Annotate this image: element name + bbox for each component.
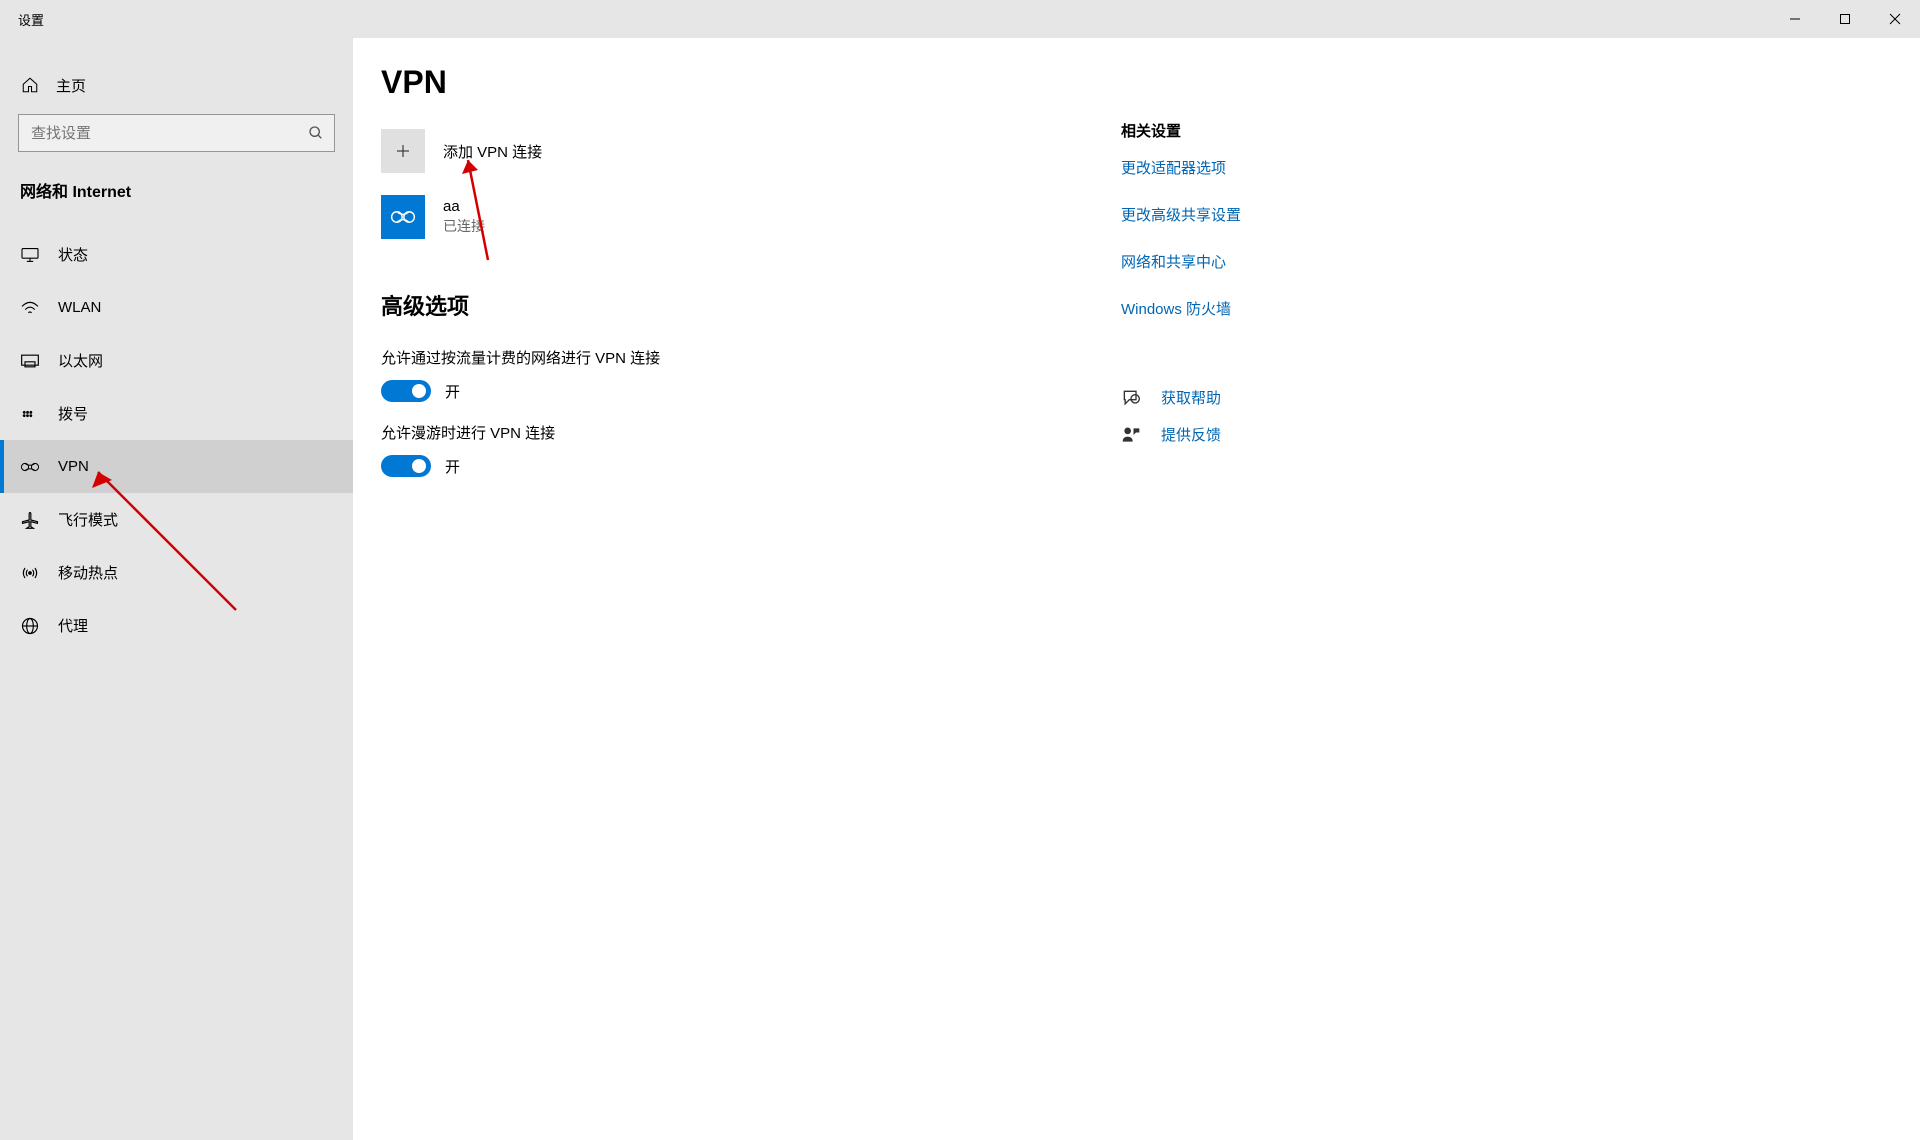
toggle-metered-label: 允许通过按流量计费的网络进行 VPN 连接 xyxy=(381,347,1121,368)
sidebar-home[interactable]: 主页 xyxy=(0,64,353,106)
vpn-connection-name: aa xyxy=(443,198,485,215)
sidebar-item-label: 移动热点 xyxy=(58,562,118,583)
sidebar-home-label: 主页 xyxy=(56,75,86,96)
sidebar-item-label: 拨号 xyxy=(58,403,88,424)
toggle-roaming-state: 开 xyxy=(445,456,460,477)
sidebar-item-label: 以太网 xyxy=(58,350,103,371)
rail-get-help[interactable]: 获取帮助 xyxy=(1121,387,1421,408)
rail-get-help-label: 获取帮助 xyxy=(1161,387,1221,408)
toggle-roaming[interactable] xyxy=(381,455,431,477)
title-bar: 设置 xyxy=(0,0,1920,38)
window-controls xyxy=(1770,0,1920,38)
help-icon xyxy=(1121,388,1141,408)
rail-give-feedback-label: 提供反馈 xyxy=(1161,424,1221,445)
home-icon xyxy=(20,75,40,95)
sidebar-section-heading: 网络和 Internet xyxy=(0,174,353,214)
sidebar-item-label: WLAN xyxy=(58,299,101,316)
rail-link-adapter-options[interactable]: 更改适配器选项 xyxy=(1121,157,1421,178)
vpn-connection-status: 已连接 xyxy=(443,216,485,236)
rail-link-firewall[interactable]: Windows 防火墙 xyxy=(1121,298,1421,319)
plus-icon xyxy=(381,129,425,173)
vpn-connection-item[interactable]: aa 已连接 xyxy=(381,195,1121,239)
rail-heading: 相关设置 xyxy=(1121,120,1421,141)
hotspot-icon xyxy=(20,563,40,583)
airplane-icon xyxy=(20,510,40,530)
wifi-icon xyxy=(20,298,40,318)
rail-link-sharing-center[interactable]: 网络和共享中心 xyxy=(1121,251,1421,272)
close-button[interactable] xyxy=(1870,0,1920,38)
page-title: VPN xyxy=(381,64,1121,101)
sidebar-item-proxy[interactable]: 代理 xyxy=(0,599,353,652)
search-box[interactable] xyxy=(18,114,335,152)
sidebar-item-wlan[interactable]: WLAN xyxy=(0,281,353,334)
right-rail: 相关设置 更改适配器选项 更改高级共享设置 网络和共享中心 Windows 防火… xyxy=(1121,64,1421,1114)
advanced-options-heading: 高级选项 xyxy=(381,289,1121,321)
add-vpn-label: 添加 VPN 连接 xyxy=(443,141,542,162)
rail-give-feedback[interactable]: 提供反馈 xyxy=(1121,424,1421,445)
dialup-icon xyxy=(20,404,40,424)
sidebar-item-label: 状态 xyxy=(58,244,88,265)
vpn-connection-icon xyxy=(381,195,425,239)
minimize-button[interactable] xyxy=(1770,0,1820,38)
status-icon xyxy=(20,245,40,265)
sidebar-item-status[interactable]: 状态 xyxy=(0,228,353,281)
sidebar-item-airplane[interactable]: 飞行模式 xyxy=(0,493,353,546)
toggle-metered-state: 开 xyxy=(445,381,460,402)
search-input[interactable] xyxy=(29,125,308,142)
toggle-metered[interactable] xyxy=(381,380,431,402)
sidebar-item-hotspot[interactable]: 移动热点 xyxy=(0,546,353,599)
maximize-button[interactable] xyxy=(1820,0,1870,38)
ethernet-icon xyxy=(20,351,40,371)
sidebar-item-label: 飞行模式 xyxy=(58,509,118,530)
toggle-roaming-label: 允许漫游时进行 VPN 连接 xyxy=(381,422,1121,443)
sidebar-item-label: 代理 xyxy=(58,615,88,636)
sidebar: 主页 网络和 Internet 状态 WLAN xyxy=(0,38,353,1140)
search-icon xyxy=(308,125,324,141)
sidebar-item-vpn[interactable]: VPN xyxy=(0,440,353,493)
sidebar-item-ethernet[interactable]: 以太网 xyxy=(0,334,353,387)
add-vpn-button[interactable]: 添加 VPN 连接 xyxy=(381,129,1121,173)
rail-link-sharing-settings[interactable]: 更改高级共享设置 xyxy=(1121,204,1421,225)
sidebar-item-label: VPN xyxy=(58,458,89,475)
sidebar-item-dialup[interactable]: 拨号 xyxy=(0,387,353,440)
window-title: 设置 xyxy=(18,10,44,29)
globe-icon xyxy=(20,616,40,636)
vpn-icon xyxy=(20,457,40,477)
feedback-icon xyxy=(1121,425,1141,445)
